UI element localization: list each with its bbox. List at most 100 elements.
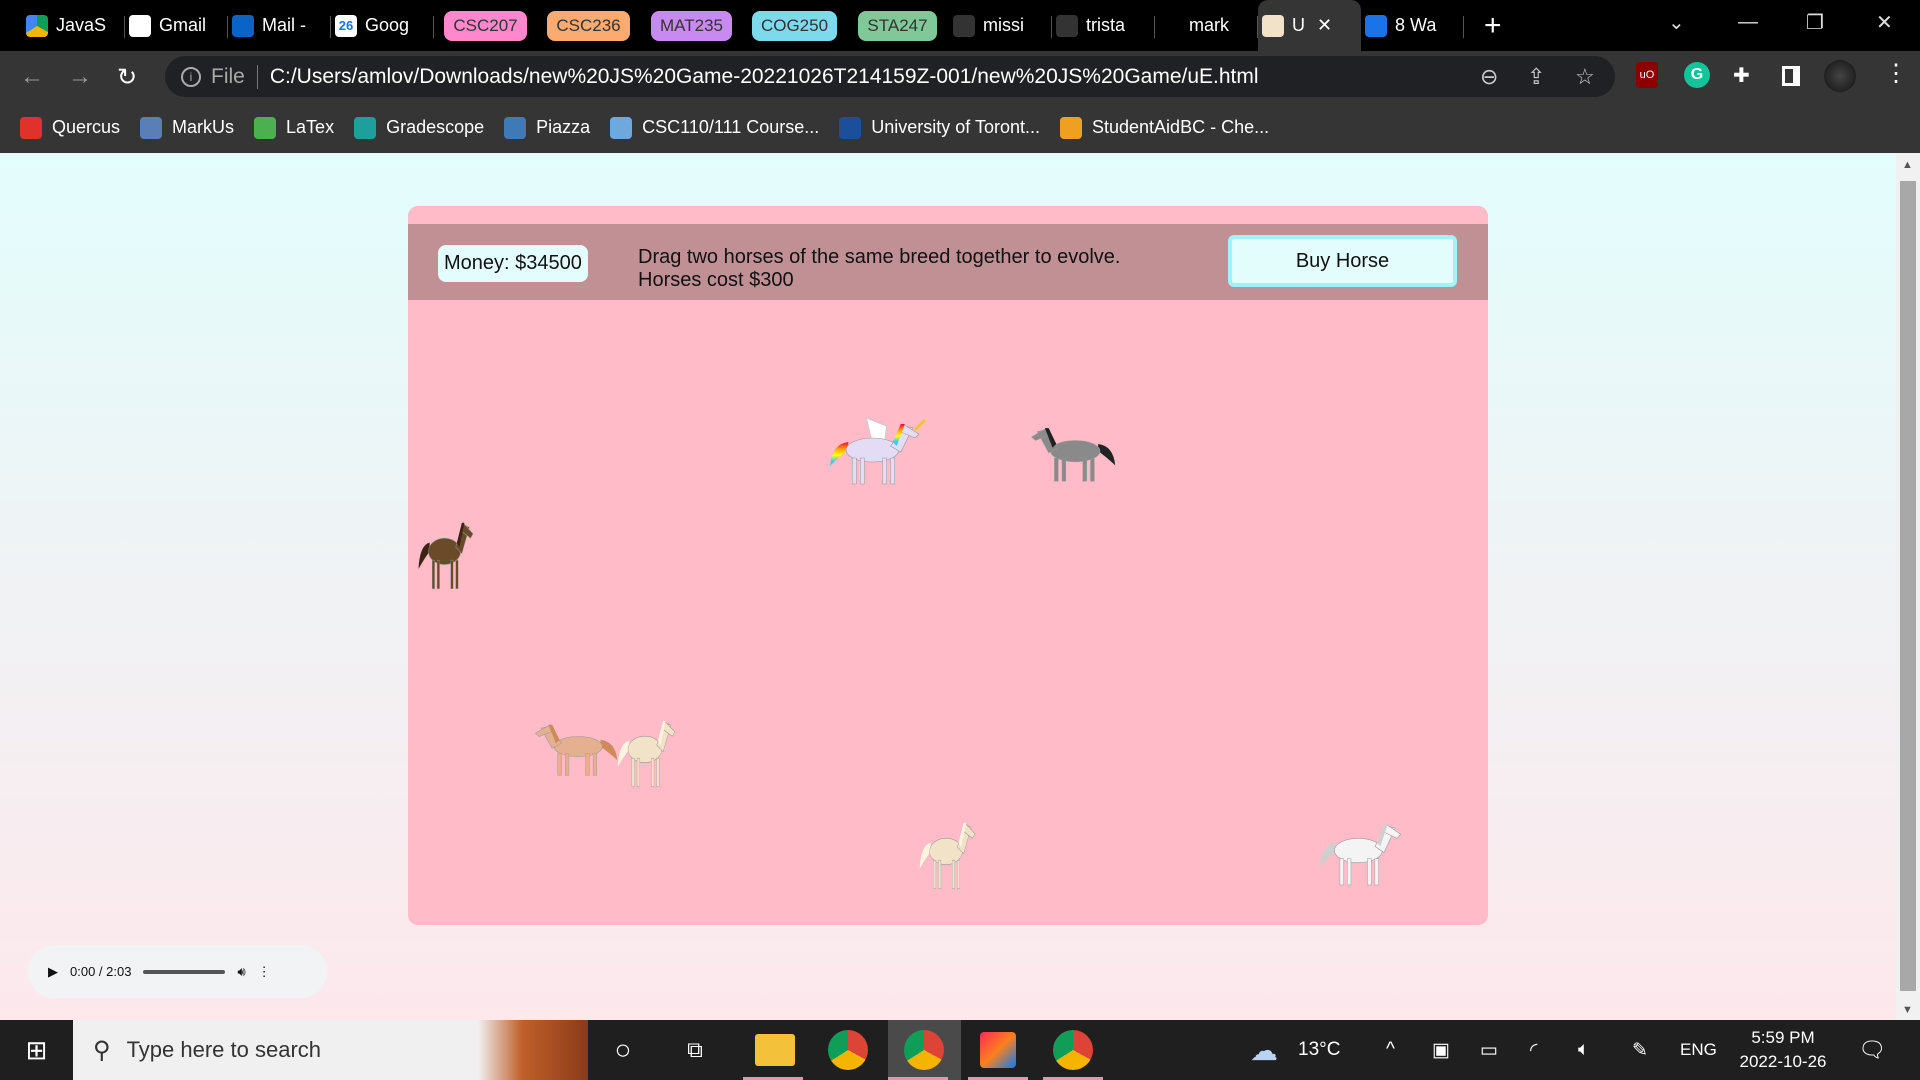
bookmark-label: Piazza — [536, 117, 591, 137]
extensions-icon[interactable]: ✚ — [1733, 63, 1750, 88]
weather-temp[interactable]: 13°C — [1298, 1020, 1340, 1080]
bookmark-piazza[interactable]: Piazza — [504, 116, 591, 139]
new-tab-button[interactable]: + — [1484, 9, 1502, 43]
tab-csc207[interactable]: CSC207 — [434, 6, 537, 46]
audio-player: ▶ 0:00 / 2:03 🔊︎ ⋮ — [28, 945, 327, 998]
unicorn-pegasus-horse[interactable] — [826, 416, 927, 486]
bookmark-studentaidbc-che[interactable]: StudentAidBC - Che... — [1060, 116, 1269, 139]
stackoverflow-icon — [1159, 15, 1181, 37]
tab-8-wa[interactable]: 8 Wa — [1361, 6, 1464, 46]
white-horse-horse[interactable] — [1316, 816, 1408, 887]
battery-icon[interactable]: ▭ — [1480, 1020, 1498, 1080]
back-button[interactable]: ← — [20, 63, 44, 91]
instructions-line-1: Drag two horses of the same breed togeth… — [638, 246, 1121, 268]
bookmark-markus[interactable]: MarkUs — [140, 116, 235, 139]
buy-horse-button[interactable]: Buy Horse — [1228, 235, 1457, 287]
menu-icon[interactable]: ⋮ — [1884, 59, 1908, 88]
chestnut-horse[interactable] — [528, 718, 621, 777]
url-text[interactable]: C:/Users/amlov/Downloads/new%20JS%20Game… — [270, 65, 1259, 89]
restore-button[interactable]: ❐ — [1806, 0, 1824, 44]
task-view-icon[interactable]: ⧉ — [675, 1020, 715, 1080]
tab-trista[interactable]: trista — [1052, 6, 1155, 46]
file-explorer-icon[interactable] — [755, 1034, 795, 1066]
close-window-button[interactable]: ✕ — [1876, 0, 1893, 44]
tab-javas[interactable]: JavaS — [22, 6, 125, 46]
scroll-up-icon[interactable]: ▲ — [1902, 159, 1913, 171]
bookmark-gradescope[interactable]: Gradescope — [354, 116, 484, 139]
tab-bar: JavaS Gmail Mail - 26 Goog CSC207 CSC236 MAT235… — [0, 0, 1920, 51]
chrome-profile-icon[interactable] — [904, 1030, 944, 1070]
audio-seek-slider[interactable] — [143, 969, 226, 974]
clock-date: 2022-10-26 — [1739, 1052, 1827, 1071]
tab-label: mark — [1189, 15, 1229, 35]
page-viewport: Money: $34500 Drag two horses of the sam… — [0, 153, 1896, 1020]
tab-missi[interactable]: missi — [949, 6, 1052, 46]
zoom-icon[interactable]: ⊖ — [1480, 64, 1498, 90]
tab-label: JavaS — [56, 15, 107, 35]
instructions-line-2: Horses cost $300 — [638, 269, 794, 291]
horse-icon — [1031, 427, 1116, 482]
notifications-icon[interactable]: 🗨︎ — [1858, 1020, 1886, 1080]
chrome-profile-2-icon[interactable] — [1053, 1030, 1093, 1070]
vertical-scrollbar[interactable]: ▲ ▼ — [1896, 153, 1920, 1020]
tab-csc236[interactable]: CSC236 — [537, 6, 640, 46]
tab-label: CSC207 — [444, 10, 527, 41]
grammarly-icon[interactable]: G — [1684, 62, 1710, 88]
tab-mark[interactable]: mark — [1155, 6, 1258, 46]
tray-overflow-icon[interactable]: ^ — [1386, 1020, 1395, 1080]
taskbar-search[interactable]: ⚲ Type here to search — [73, 1020, 588, 1080]
chrome-icon[interactable] — [828, 1030, 868, 1070]
bookmark-latex[interactable]: LaTex — [254, 116, 334, 139]
clock[interactable]: 5:59 PM 2022-10-26 — [1736, 1020, 1830, 1080]
reload-button[interactable]: ↻ — [117, 63, 137, 92]
clock-time: 5:59 PM — [1751, 1028, 1815, 1047]
cortana-icon[interactable]: ○ — [603, 1020, 643, 1080]
pen-icon[interactable]: ✎ — [1632, 1020, 1648, 1080]
address-bar[interactable]: i File C:/Users/amlov/Downloads/new%20JS… — [165, 56, 1615, 97]
side-panel-icon[interactable] — [1782, 66, 1800, 86]
volume-icon[interactable]: 🔊︎ — [237, 964, 245, 980]
close-tab-icon[interactable]: ✕ — [1317, 15, 1332, 36]
scrollbar-thumb[interactable] — [1900, 181, 1916, 991]
tab-sta247[interactable]: STA247 — [846, 6, 949, 46]
tab-goog[interactable]: 26 Goog — [331, 6, 434, 46]
info-icon[interactable]: i — [181, 66, 201, 87]
horse-icon — [1262, 14, 1284, 37]
bookmark-label: MarkUs — [172, 117, 235, 137]
volume-tray-icon[interactable]: 🔈︎ — [1578, 1020, 1589, 1080]
scroll-down-icon[interactable]: ▼ — [1902, 1004, 1913, 1016]
weather-icon[interactable]: ☁ — [1250, 1020, 1278, 1080]
tab-mail-[interactable]: Mail - — [228, 6, 331, 46]
meet-now-icon[interactable]: ▣ — [1432, 1020, 1450, 1080]
bookmark-quercus[interactable]: Quercus — [20, 116, 120, 139]
tab-gmail[interactable]: Gmail — [125, 6, 228, 46]
clydesdale-horse[interactable] — [416, 514, 478, 591]
wifi-icon[interactable]: ◜ — [1530, 1020, 1537, 1080]
tab-cog250[interactable]: COG250 — [743, 6, 846, 46]
black-horse-horse[interactable] — [1024, 421, 1119, 483]
intellij-icon[interactable] — [980, 1032, 1016, 1068]
share-icon[interactable]: ⇪ — [1527, 64, 1545, 90]
star-icon[interactable]: ☆ — [1575, 64, 1595, 90]
cream-pony-horse[interactable] — [917, 814, 980, 891]
outlook-icon — [232, 14, 254, 37]
game-area: Money: $34500 Drag two horses of the sam… — [408, 206, 1488, 925]
tab-mat235[interactable]: MAT235 — [640, 6, 743, 46]
audio-more-icon[interactable]: ⋮ — [258, 964, 271, 980]
tab-label: Gmail — [159, 15, 207, 35]
tab-search-icon[interactable]: ⌄ — [1668, 0, 1685, 44]
tab-u[interactable]: U ✕ — [1258, 0, 1361, 51]
ublock-icon[interactable]: uO — [1636, 62, 1658, 88]
language-indicator[interactable]: ENG — [1680, 1020, 1717, 1080]
minimize-button[interactable]: — — [1738, 0, 1758, 44]
forward-button[interactable]: → — [68, 63, 92, 91]
profile-avatar[interactable] — [1824, 60, 1856, 92]
search-highlight-image — [478, 1020, 588, 1080]
play-icon[interactable]: ▶ — [48, 964, 58, 980]
cream-pony-horse[interactable] — [615, 712, 680, 789]
divider — [256, 64, 258, 89]
windows-start-icon[interactable]: ⊞ — [0, 1020, 73, 1080]
horse-icon — [830, 417, 927, 485]
bookmark-university-of-toront[interactable]: University of Toront... — [839, 116, 1040, 139]
bookmark-csc110-111-course[interactable]: CSC110/111 Course... — [610, 116, 819, 139]
